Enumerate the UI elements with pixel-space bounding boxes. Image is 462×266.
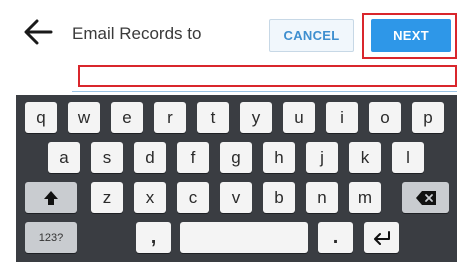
numbers-key[interactable]: 123? [25,222,77,253]
key-b[interactable]: b [263,182,295,213]
key-d[interactable]: d [134,142,166,173]
back-button[interactable] [18,12,58,52]
key-y[interactable]: y [240,102,272,133]
backspace-icon [415,190,436,205]
key-c[interactable]: c [177,182,209,213]
key-n[interactable]: n [306,182,338,213]
key-h[interactable]: h [263,142,295,173]
key-t[interactable]: t [197,102,229,133]
key-u[interactable]: u [283,102,315,133]
key-q[interactable]: q [25,102,57,133]
space-key[interactable] [180,222,308,253]
email-input[interactable] [78,65,457,87]
page-title: Email Records to [72,24,202,43]
key-l[interactable]: l [392,142,424,173]
enter-key[interactable] [364,222,399,253]
key-k[interactable]: k [349,142,381,173]
key-r[interactable]: r [154,102,186,133]
key-s[interactable]: s [91,142,123,173]
key-i[interactable]: i [326,102,358,133]
key-p[interactable]: p [412,102,444,133]
next-button[interactable]: NEXT [371,19,451,52]
shift-up-icon [44,190,58,205]
key-w[interactable]: w [68,102,100,133]
key-z[interactable]: z [91,182,123,213]
key-f[interactable]: f [177,142,209,173]
backspace-key[interactable] [402,182,449,213]
shift-key[interactable] [25,182,77,213]
period-key[interactable]: . [318,222,353,253]
key-a[interactable]: a [48,142,80,173]
comma-key[interactable]: , [136,222,171,253]
key-m[interactable]: m [349,182,381,213]
cancel-button[interactable]: CANCEL [269,19,354,52]
key-j[interactable]: j [306,142,338,173]
arrow-left-icon [24,19,53,45]
key-v[interactable]: v [220,182,252,213]
enter-return-icon [373,230,390,245]
key-g[interactable]: g [220,142,252,173]
on-screen-keyboard: q w e r t y u i o p a s d f g h j k l z … [16,95,457,262]
key-x[interactable]: x [134,182,166,213]
key-e[interactable]: e [111,102,143,133]
key-o[interactable]: o [369,102,401,133]
